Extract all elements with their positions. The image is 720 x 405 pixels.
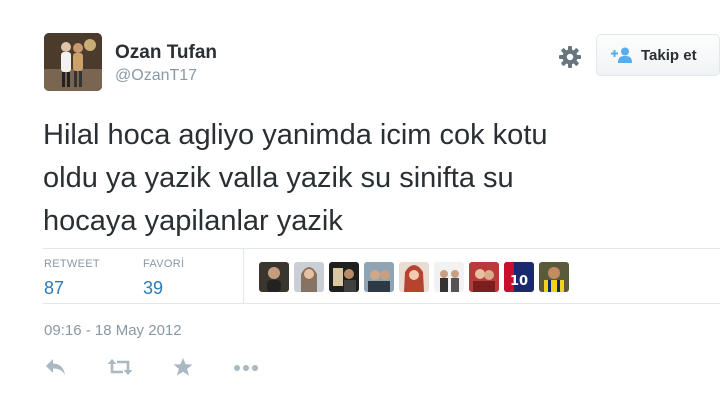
retweet-stat[interactable]: RETWEET 87 bbox=[44, 258, 100, 299]
follow-button-label: Takip et bbox=[641, 46, 697, 64]
add-user-icon bbox=[611, 47, 632, 63]
retweet-stat-label: RETWEET bbox=[44, 258, 100, 270]
stats-bottom-divider bbox=[43, 303, 720, 304]
tweet-text-line: oldu ya yazik valla yazik su sinifta su bbox=[43, 162, 514, 194]
favoriter-avatar[interactable]: 10 bbox=[504, 262, 534, 292]
favoriter-avatar[interactable] bbox=[539, 262, 569, 292]
reply-icon[interactable] bbox=[44, 357, 70, 381]
favorite-stat-label: FAVORİ bbox=[143, 258, 185, 270]
tweet-text-line: hocaya yapilanlar yazik bbox=[43, 205, 343, 237]
favorited-by-avatars: 10 bbox=[259, 262, 569, 292]
favoriter-avatar[interactable] bbox=[294, 262, 324, 292]
svg-text:10: 10 bbox=[510, 274, 528, 289]
favorite-count: 39 bbox=[143, 278, 164, 298]
favoriter-avatar[interactable] bbox=[399, 262, 429, 292]
favoriter-avatar[interactable] bbox=[364, 262, 394, 292]
retweet-icon[interactable] bbox=[106, 357, 133, 381]
avatar-photo bbox=[44, 33, 102, 91]
tweet-text: Hilal hoca agliyo yanimda icim cok kotu … bbox=[43, 114, 683, 243]
favoriter-avatar[interactable] bbox=[469, 262, 499, 292]
more-icon[interactable] bbox=[233, 357, 259, 381]
gear-icon[interactable] bbox=[558, 45, 582, 69]
star-icon[interactable] bbox=[172, 357, 198, 381]
tweet-timestamp[interactable]: 09:16 - 18 May 2012 bbox=[44, 322, 182, 339]
favoriter-avatar[interactable] bbox=[259, 262, 289, 292]
follow-button[interactable]: Takip et bbox=[596, 34, 720, 76]
tweet-text-line: Hilal hoca agliyo yanimda icim cok kotu bbox=[43, 119, 548, 151]
retweet-count: 87 bbox=[44, 278, 65, 298]
favorite-stat[interactable]: FAVORİ 39 bbox=[143, 258, 184, 299]
user-handle[interactable]: @OzanT17 bbox=[115, 67, 197, 85]
stats-vertical-divider bbox=[243, 249, 244, 303]
stats-top-divider bbox=[43, 248, 720, 249]
favoriter-avatar[interactable] bbox=[329, 262, 359, 292]
profile-avatar[interactable] bbox=[44, 33, 102, 91]
user-display-name[interactable]: Ozan Tufan bbox=[115, 42, 217, 64]
favoriter-avatar[interactable] bbox=[434, 262, 464, 292]
